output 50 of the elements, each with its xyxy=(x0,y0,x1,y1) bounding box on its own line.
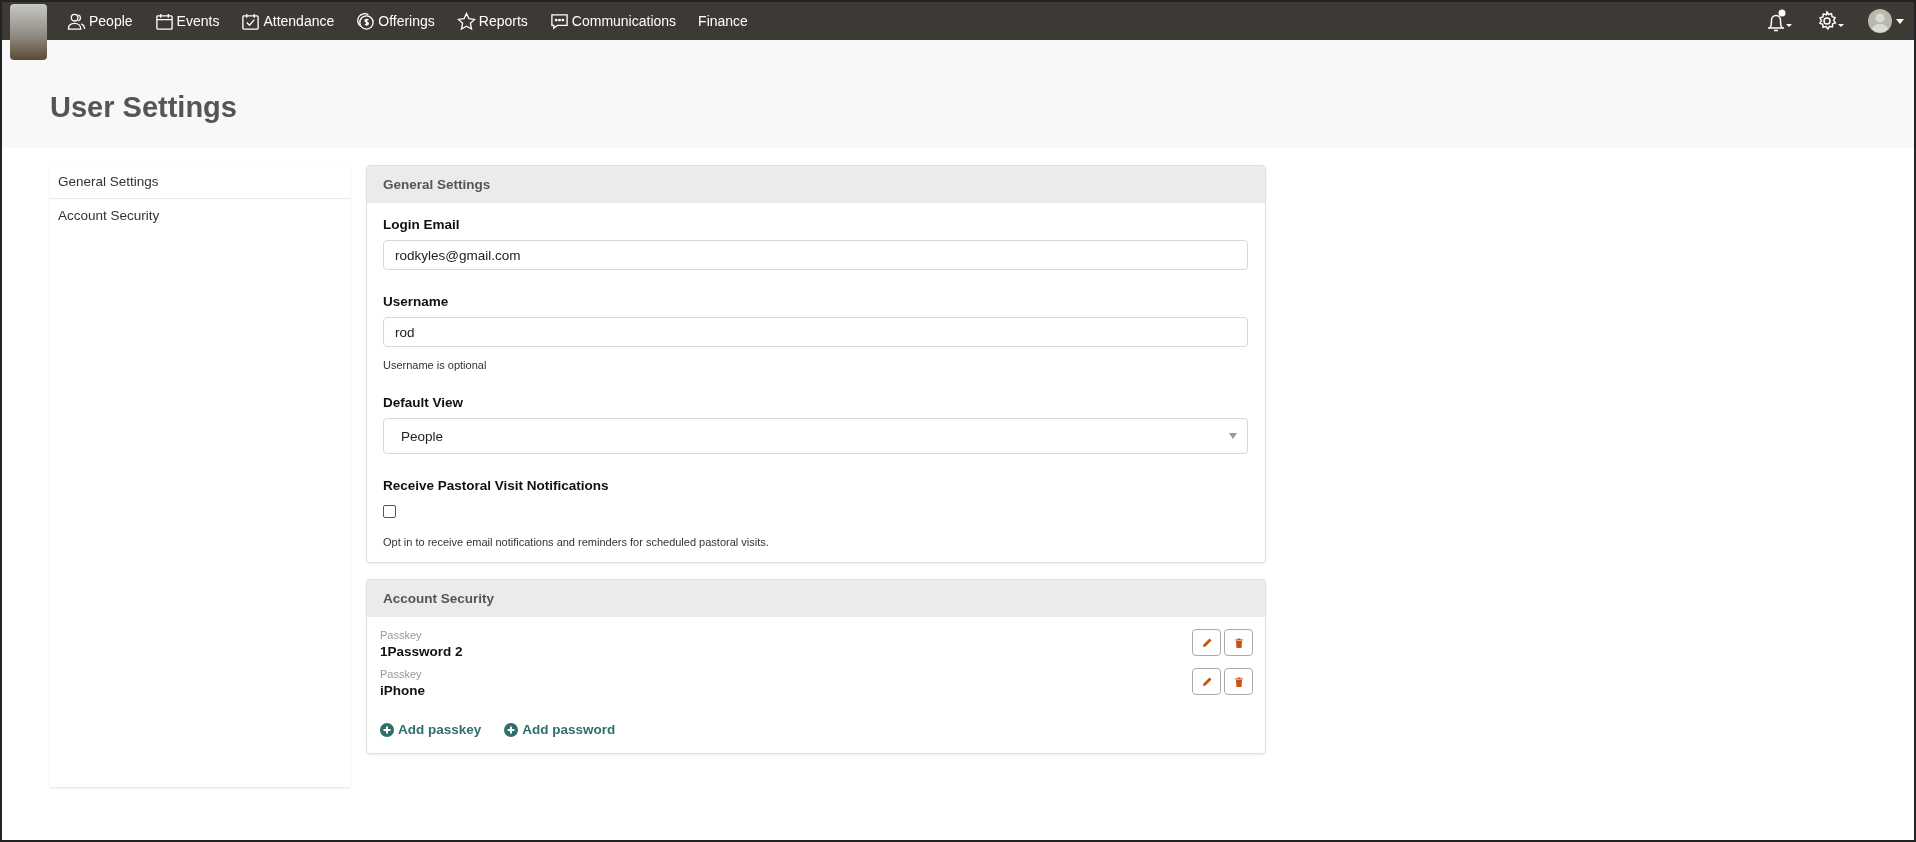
passkey-name: iPhone xyxy=(380,683,425,698)
card-header: General Settings xyxy=(367,166,1265,203)
delete-button[interactable] xyxy=(1224,629,1253,656)
username-field[interactable]: rod xyxy=(383,317,1248,347)
pencil-icon xyxy=(1200,636,1213,649)
plus-circle-icon xyxy=(380,722,394,737)
add-link[interactable]: Add password xyxy=(504,722,616,737)
checkbox[interactable] xyxy=(383,505,396,518)
caret-icon xyxy=(1229,433,1237,439)
default-view-select[interactable]: People xyxy=(383,418,1248,454)
nav-link[interactable]: People xyxy=(67,11,133,31)
help-text: Username is optional xyxy=(383,359,488,371)
help-text: Opt in to receive email notifications and reminders for scheduled pastoral visits. xyxy=(383,536,770,548)
edit-button[interactable] xyxy=(1192,629,1221,656)
nav-link[interactable]: Finance xyxy=(698,13,748,29)
field-label: Default View xyxy=(383,395,465,410)
plus-circle-icon xyxy=(504,722,519,737)
settings-icon[interactable] xyxy=(1816,9,1846,33)
user-menu[interactable] xyxy=(1868,9,1904,33)
trash-icon xyxy=(1232,675,1245,688)
people-icon xyxy=(67,11,86,31)
caret-icon xyxy=(1896,18,1904,24)
calendar-icon xyxy=(154,11,174,31)
avatar-icon xyxy=(1868,9,1892,33)
nav-link[interactable]: Communications xyxy=(549,11,677,31)
nav-link[interactable]: Offerings xyxy=(356,11,435,31)
sidebar-item[interactable]: General Settings xyxy=(50,165,350,199)
field-label: Receive Pastoral Visit Notifications xyxy=(383,478,610,493)
star-icon xyxy=(456,11,476,31)
passkey-label: Passkey xyxy=(380,668,423,680)
sidebar-item[interactable]: Account Security xyxy=(50,199,350,232)
calendar-check-icon xyxy=(241,11,261,31)
edit-button[interactable] xyxy=(1192,668,1221,695)
chat-icon xyxy=(549,11,569,31)
coin-icon xyxy=(356,11,376,31)
page-title: User Settings xyxy=(50,90,237,124)
passkey-name: 1Password 2 xyxy=(380,644,463,659)
field-label: Username xyxy=(383,294,450,309)
passkey-label: Passkey xyxy=(380,629,423,641)
pencil-icon xyxy=(1200,675,1213,688)
delete-button[interactable] xyxy=(1224,668,1253,695)
login-email-field[interactable]: rodkyles@gmail.com xyxy=(383,240,1248,270)
nav-link[interactable]: Reports xyxy=(456,11,528,31)
logo-photo-placeholder[interactable] xyxy=(10,4,47,60)
card-header: Account Security xyxy=(367,580,1265,617)
nav-link[interactable]: Attendance xyxy=(241,11,335,31)
nav-link[interactable]: Events xyxy=(154,11,220,31)
add-link[interactable]: Add passkey xyxy=(380,722,482,737)
field-label: Login Email xyxy=(383,217,461,232)
trash-icon xyxy=(1232,636,1245,649)
